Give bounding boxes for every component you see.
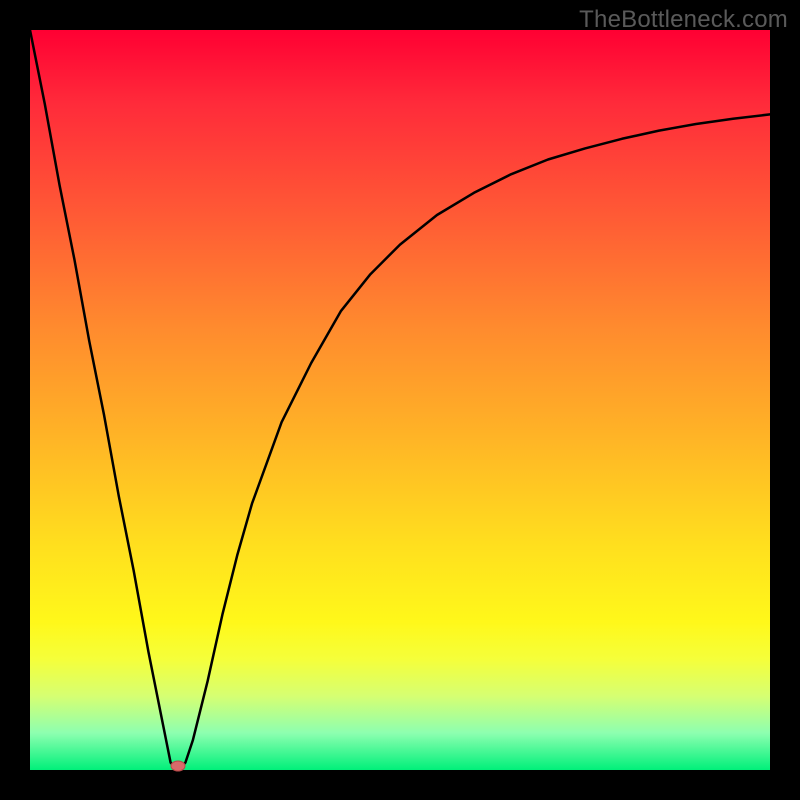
curve-svg xyxy=(30,30,770,770)
bottleneck-curve xyxy=(30,30,770,770)
chart-frame: TheBottleneck.com xyxy=(0,0,800,800)
optimum-marker xyxy=(171,761,185,771)
attribution-text: TheBottleneck.com xyxy=(579,6,788,34)
plot-area xyxy=(30,30,770,770)
